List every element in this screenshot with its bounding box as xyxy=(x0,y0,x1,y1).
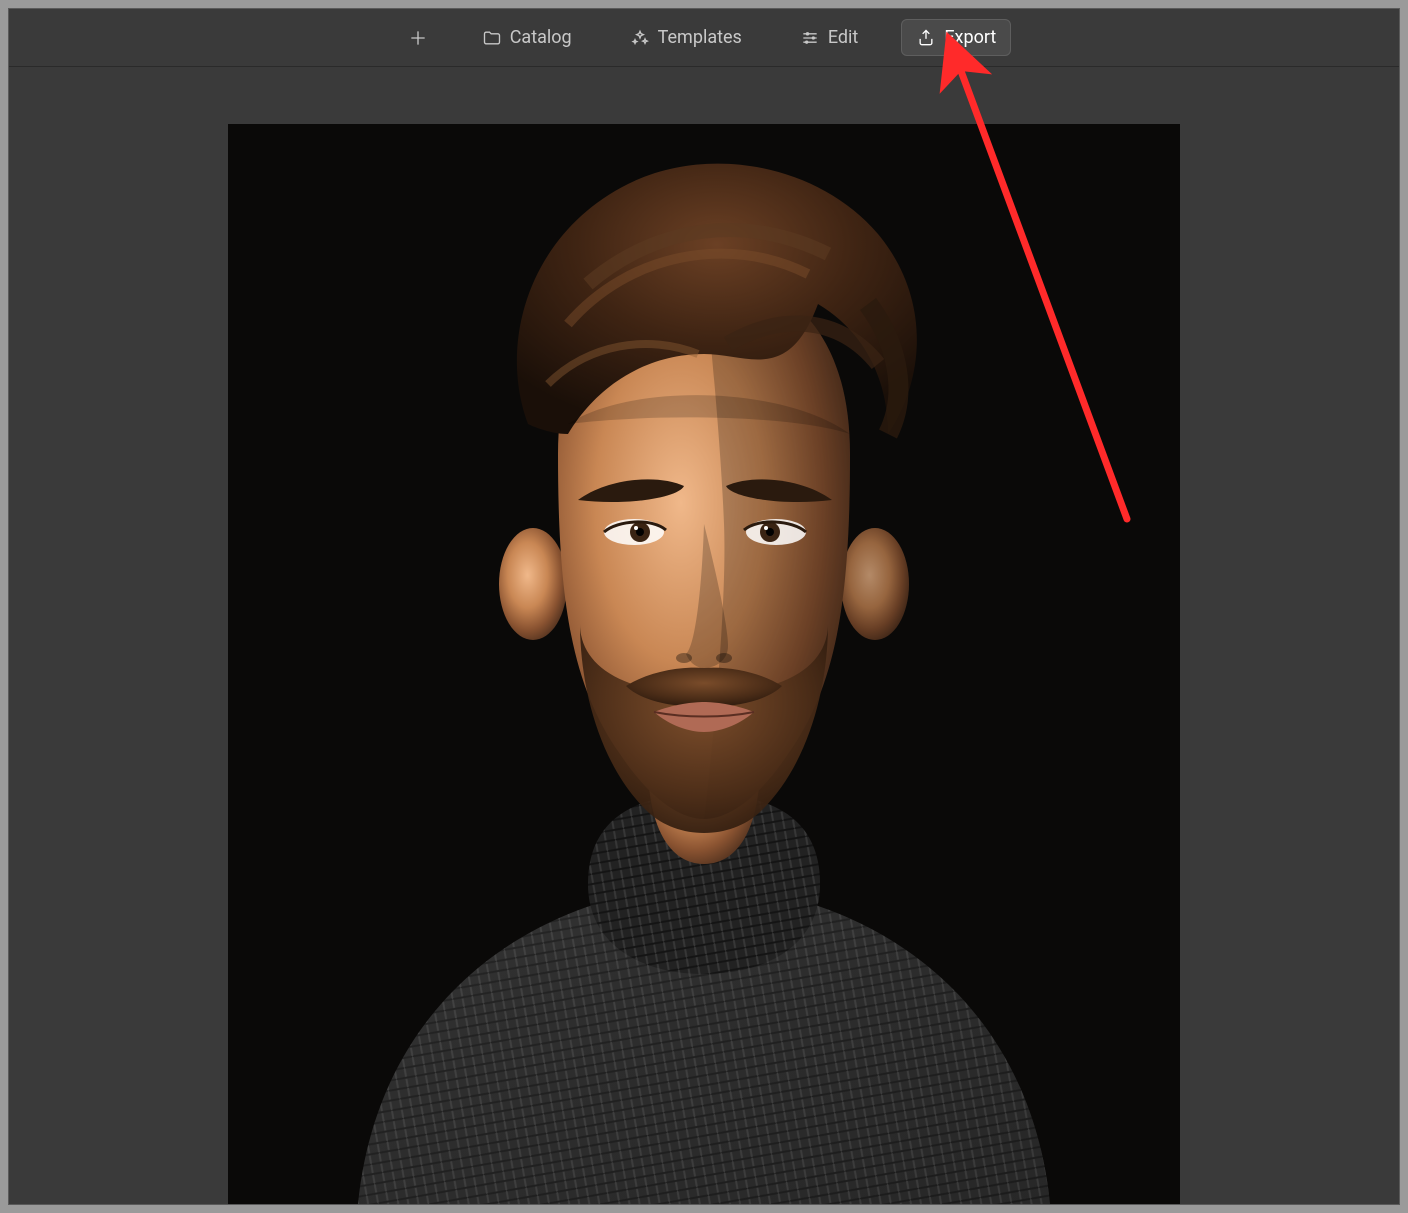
add-button[interactable] xyxy=(397,20,439,56)
templates-button[interactable]: Templates xyxy=(615,19,757,56)
export-icon xyxy=(916,28,936,48)
sparkles-icon xyxy=(630,28,650,48)
content-area xyxy=(9,68,1399,1204)
folder-icon xyxy=(482,28,502,48)
main-toolbar: Catalog Templates Edit xyxy=(9,9,1399,67)
edit-label: Edit xyxy=(828,27,858,48)
sliders-icon xyxy=(800,28,820,48)
catalog-button[interactable]: Catalog xyxy=(467,19,587,56)
plus-icon xyxy=(408,28,428,48)
edit-button[interactable]: Edit xyxy=(785,19,873,56)
catalog-label: Catalog xyxy=(510,27,572,48)
portrait-photo xyxy=(228,124,1180,1204)
templates-label: Templates xyxy=(658,27,742,48)
export-label: Export xyxy=(944,27,996,48)
export-button[interactable]: Export xyxy=(901,19,1011,56)
app-window: Catalog Templates Edit xyxy=(8,8,1400,1205)
image-canvas[interactable] xyxy=(228,124,1180,1204)
